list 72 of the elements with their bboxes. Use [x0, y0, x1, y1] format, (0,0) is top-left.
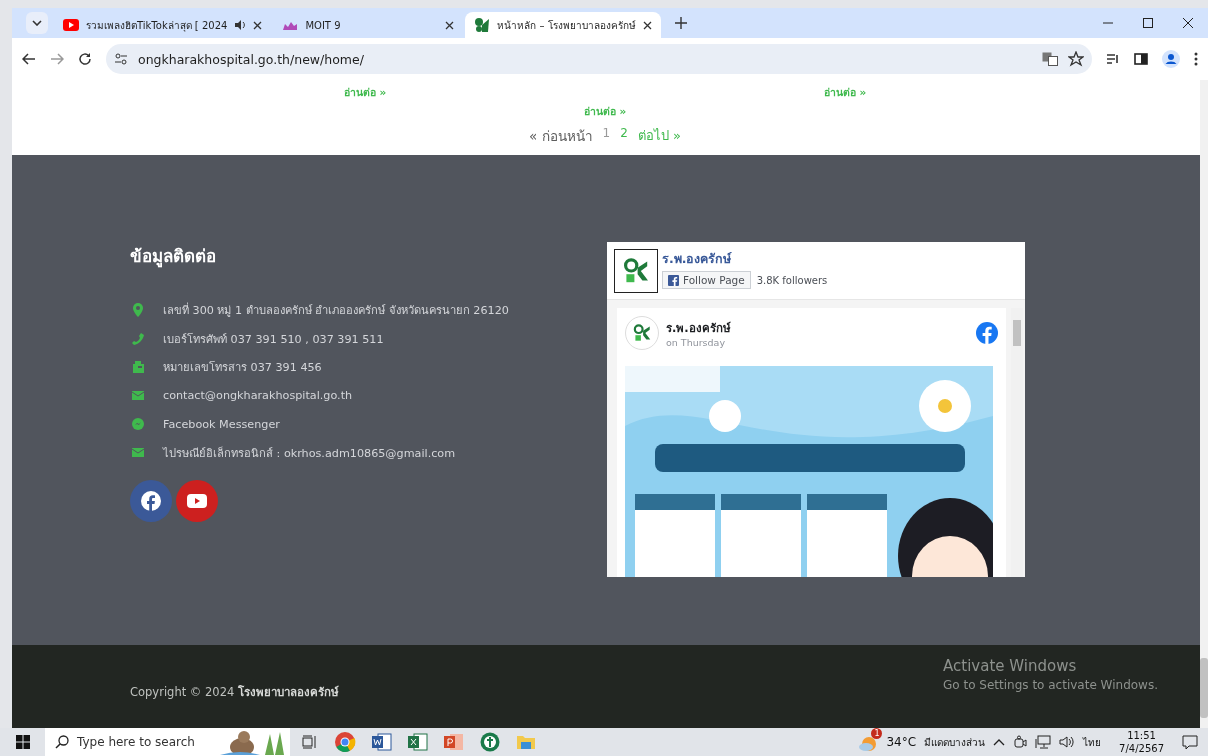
contact-text: เบอร์โทรศัพท์ 037 391 510 , 037 391 511 [163, 331, 384, 348]
contact-text: contact@ongkharakhospital.go.th [163, 389, 353, 403]
follow-page-button[interactable]: Follow Page [662, 271, 751, 289]
temperature-text: 34°C [886, 735, 917, 749]
location-pin-icon [132, 303, 144, 318]
word-icon[interactable] [372, 733, 392, 751]
contact-text: ไปรษณีย์อิเล็กทรอนิกส์ : okrhos.adm10865@gmail.com [163, 445, 456, 462]
facebook-icon [668, 274, 679, 286]
facebook-icon [141, 491, 161, 511]
notification-badge: 1 [871, 728, 883, 739]
close-icon[interactable] [445, 20, 455, 30]
youtube-button[interactable] [176, 480, 218, 522]
forward-icon[interactable] [50, 53, 64, 65]
site-settings-icon[interactable] [114, 53, 128, 65]
task-view-icon[interactable] [302, 735, 318, 749]
messenger-icon [132, 417, 144, 432]
speaker-icon[interactable] [1059, 735, 1076, 749]
speaker-icon[interactable] [234, 19, 247, 31]
scrollbar[interactable] [1200, 80, 1208, 728]
address-bar[interactable]: ongkharakhospital.go.th/new/home/ [106, 44, 1092, 74]
search-icon [55, 735, 69, 749]
facebook-icon[interactable] [976, 322, 998, 345]
scrollbar-thumb[interactable] [1013, 320, 1021, 346]
clock-time: 11:51 [1127, 729, 1156, 742]
menu-icon[interactable] [1194, 52, 1198, 66]
video-icon [63, 19, 79, 31]
chevron-down-icon[interactable] [32, 20, 42, 26]
back-icon[interactable] [22, 53, 36, 65]
contact-text: หมายเลขโทรสาร 037 391 456 [163, 360, 322, 377]
clock[interactable]: 11:51 7/4/2567 [1119, 729, 1164, 755]
close-icon[interactable] [253, 20, 263, 30]
weather-condition: มีแดดบางส่วน [924, 735, 986, 750]
envelope-icon [132, 445, 144, 460]
powerpoint-icon[interactable] [444, 733, 464, 751]
section-heading: ข้อมูลติดต่อ [130, 245, 217, 269]
reading-list-icon[interactable] [1106, 53, 1120, 65]
post-author[interactable]: ร.พ.องครักษ์ [666, 318, 731, 337]
activation-title: Activate Windows [943, 657, 1078, 675]
fax-icon [132, 360, 144, 375]
contact-text: Facebook Messenger [163, 417, 280, 431]
side-panel-icon[interactable] [1134, 53, 1148, 65]
follower-count: 3.8K followers [756, 274, 828, 286]
activation-message: Go to Settings to activate Windows. [943, 678, 1158, 692]
close-icon[interactable] [642, 20, 652, 30]
star-icon[interactable] [1068, 51, 1084, 67]
input-language[interactable]: ไทย [1083, 734, 1102, 750]
phone-icon [132, 331, 144, 346]
url-text: ongkharakhospital.go.th/new/home/ [138, 51, 364, 67]
envelope-icon [132, 388, 144, 403]
clock-date: 7/4/2567 [1119, 742, 1164, 755]
plus-icon[interactable] [674, 17, 687, 29]
browser-tab[interactable]: หน้าหลัก – โรงพยาบาลองครักษ์ [465, 12, 661, 38]
play-icon [187, 494, 207, 508]
browser-tab[interactable]: รวมเพลงฮิตTikTokล่าสุด [ 2024 [54, 12, 272, 38]
profile-icon[interactable] [1162, 50, 1180, 68]
network-icon[interactable] [1035, 735, 1052, 749]
caret-up-icon[interactable] [993, 738, 1006, 746]
meet-now-icon[interactable] [1013, 735, 1028, 749]
reload-icon[interactable] [78, 52, 92, 66]
previous-page-link[interactable]: « ก่อนหน้า [529, 125, 593, 147]
chrome-icon[interactable] [334, 731, 356, 753]
browser-tab[interactable]: MOIT 9 [273, 12, 464, 38]
contact-text: เลขที่ 300 หมู่ 1 ตำบลองครักษ์ อำเภอองครักษ์ จังหวัดนครนายก 26120 [163, 301, 509, 320]
excel-icon[interactable] [408, 733, 428, 751]
scrollbar-thumb[interactable] [1200, 658, 1208, 718]
folder-icon[interactable] [516, 734, 536, 750]
taskbar-search-field[interactable]: Type here to search [45, 728, 290, 756]
page-name-link[interactable]: ร.พ.องครักษ์ [662, 249, 828, 269]
facebook-button[interactable] [130, 480, 172, 522]
translate-icon[interactable] [1042, 52, 1058, 66]
windows-start-icon[interactable] [15, 735, 30, 749]
notifications-icon[interactable] [1182, 734, 1198, 750]
